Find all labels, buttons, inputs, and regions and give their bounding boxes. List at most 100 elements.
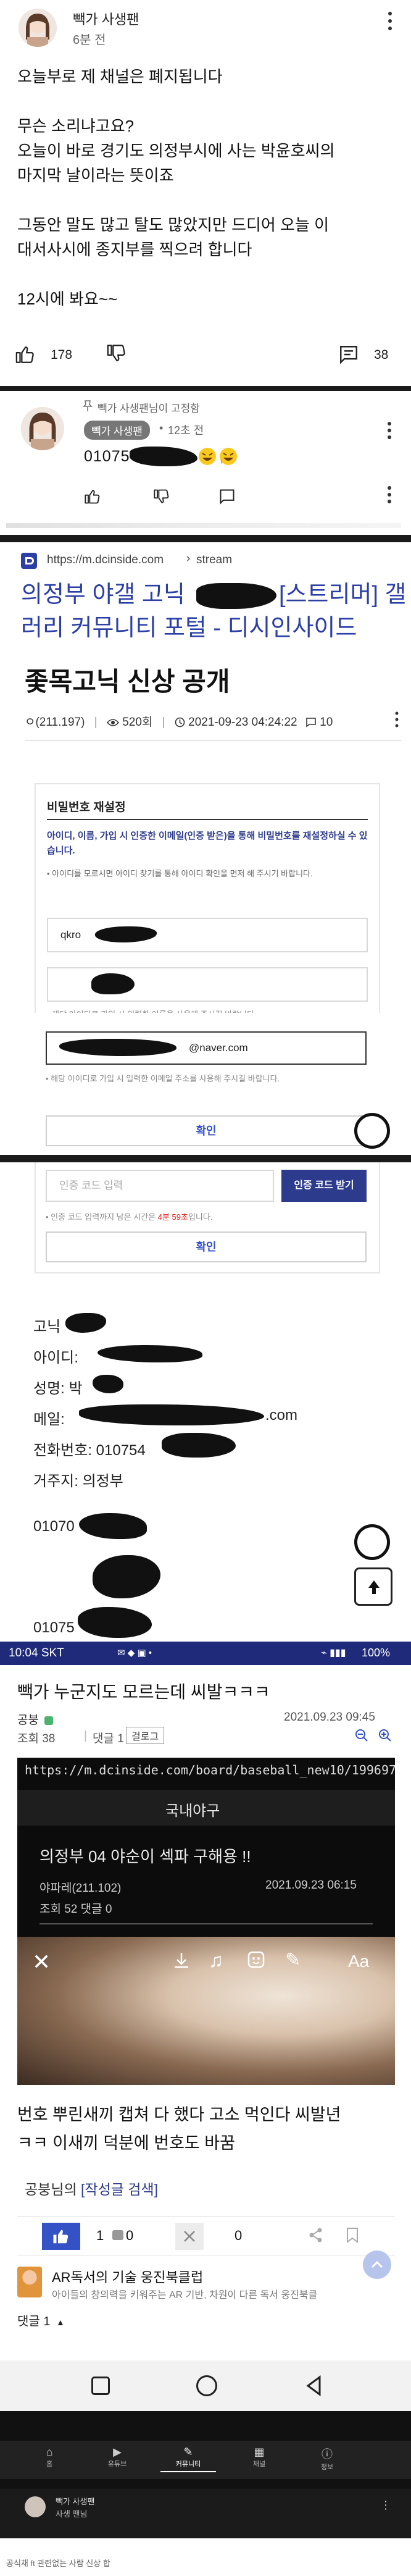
more-options-icon[interactable] <box>384 9 396 33</box>
record-indicator-icon[interactable] <box>354 1524 390 1560</box>
record-indicator-icon[interactable] <box>354 1113 390 1149</box>
sig-name: 공붕님의 <box>25 2181 77 2197</box>
reply-more-icon[interactable] <box>384 484 395 506</box>
tab-active-indicator <box>160 2471 216 2472</box>
redaction-mark <box>93 1375 123 1393</box>
tab-channel-icon: ▦ <box>254 2446 265 2458</box>
reply-icon[interactable] <box>218 488 237 506</box>
get-code-button[interactable]: 인증 코드 받기 <box>281 1170 367 1202</box>
post-line <box>17 262 400 287</box>
bookmark-icon[interactable] <box>346 2226 360 2245</box>
ad-collapse-icon[interactable] <box>363 2251 391 2279</box>
tab-home[interactable]: ⌂ 홈 <box>25 2446 74 2469</box>
ad-banner[interactable]: AR독서의 기술 웅진북클럽 아이들의 창의력을 키워주는 AR 기반, 차원이… <box>17 2251 395 2304</box>
email-hint: • 해당 아이디로 가입 시 입력한 이메일 주소를 사용해 주시길 바랍니다. <box>46 1072 280 1084</box>
comment-dislike-icon[interactable] <box>153 488 172 506</box>
tab-community-label: 커뮤니티 <box>175 2461 201 2468</box>
comment-like-icon[interactable] <box>84 488 102 506</box>
recent-apps-icon[interactable] <box>91 2377 110 2395</box>
upvote-small-count: 0 <box>126 2228 134 2243</box>
confirm-button-2[interactable]: 확인 <box>46 1231 367 1262</box>
author-name-2[interactable]: 공붕 <box>17 1714 39 1727</box>
status-icons: ✉ ◆ ▣ • <box>117 1648 152 1658</box>
post-time: 6분 전 <box>73 33 106 47</box>
author-badge[interactable]: 빽가 사생팬 <box>84 421 150 440</box>
post-more-icon[interactable] <box>392 710 401 729</box>
tab-info[interactable]: ⓘ 정보 <box>302 2446 352 2472</box>
ad-image <box>17 2267 42 2297</box>
community-post: 빽가 사생팬 6분 전 오늘부로 제 채널은 폐지됩니다 무슨 소리냐고요? 오… <box>0 0 411 386</box>
commenter-avatar[interactable] <box>21 407 64 450</box>
comment-count-bar[interactable]: 댓글 1 ▲ <box>17 2311 65 2329</box>
author-avatar[interactable] <box>19 9 57 47</box>
ad-title: AR독서의 기술 웅진북클럽 <box>52 2270 204 2285</box>
browser-link-card: https://m.dcinside.com › stream 의정부 야갤 고… <box>0 542 411 660</box>
mini-more-icon[interactable]: ⋮ <box>380 2499 391 2512</box>
comment-text: 01075 <box>84 448 130 465</box>
body-line-2: ㅋㅋ 이새끼 덕분에 번호도 바꿈 <box>17 2134 235 2152</box>
divider: | <box>94 716 98 729</box>
residence-line: 거주지: 의정부 <box>33 1473 123 1490</box>
mini-author: 빽가 사생팬 <box>56 2497 95 2506</box>
battery-level: 100% <box>362 1647 391 1659</box>
section-divider <box>0 2479 411 2489</box>
comments-button[interactable]: 38 <box>338 342 400 369</box>
upvote-button[interactable] <box>42 2223 80 2250</box>
tab-youtube[interactable]: ▶ 유튜브 <box>93 2446 142 2469</box>
post-author[interactable]: 빽가 사생팬 <box>73 9 139 28</box>
nick-line: 고닉 <box>33 1319 61 1335</box>
tab-channel[interactable]: ▦ 채널 <box>235 2446 284 2469</box>
comment-more-icon[interactable] <box>384 419 395 442</box>
downvote-count: 0 <box>235 2228 243 2243</box>
downvote-icon <box>184 2231 195 2242</box>
meta-comments: 10 <box>320 716 333 729</box>
tab-channel-label: 채널 <box>252 2461 266 2468</box>
number-line-2: 01075 <box>33 1619 75 1636</box>
confirm-button[interactable]: 확인 <box>46 1115 367 1146</box>
id-value: qkro <box>60 929 81 941</box>
inner-divider <box>39 1923 373 1924</box>
code-input[interactable]: 인증 코드 입력 <box>46 1170 274 1202</box>
upvote-icon <box>53 2230 68 2244</box>
draw-icon[interactable]: ✎ <box>285 1949 301 1971</box>
inner-title: 의정부 04 야순이 섹파 구해용 !! <box>39 1847 251 1866</box>
scroll-top-button[interactable] <box>354 1567 392 1606</box>
result-title-part2[interactable]: [스트리머] 갤 <box>279 578 406 611</box>
status-bar: 10:04 SKT ✉ ◆ ▣ • ⌁ ▮▮▮ 100% <box>0 1642 411 1665</box>
tab-info-label: 정보 <box>320 2464 334 2471</box>
dislike-button[interactable] <box>106 343 131 367</box>
music-icon[interactable]: ♫ <box>209 1949 223 1972</box>
clock-icon <box>175 718 185 728</box>
comment-time-dot: • <box>159 422 164 434</box>
close-icon[interactable]: ✕ <box>32 1949 51 1975</box>
tab-youtube-icon: ▶ <box>113 2446 122 2458</box>
sig-search-link[interactable]: [작성글 검색] <box>81 2181 158 2197</box>
downvote-button[interactable] <box>175 2223 204 2250</box>
redaction-mark <box>79 1404 264 1425</box>
section-divider <box>0 386 411 391</box>
phone-screenshot: 10:04 SKT ✉ ◆ ▣ • ⌁ ▮▮▮ 100% 빽가 누군지도 모르는… <box>0 1638 411 2360</box>
share-icon[interactable] <box>307 2226 326 2245</box>
download-icon[interactable] <box>172 1950 193 1971</box>
sticker-icon[interactable] <box>247 1950 267 1970</box>
result-title-line2[interactable]: 러리 커뮤니티 포털 - 디시인사이드 <box>21 611 357 645</box>
back-icon[interactable] <box>305 2375 323 2396</box>
views-2: 조회 38 <box>17 1732 56 1745</box>
report-button[interactable]: 걸로그 <box>126 1727 165 1744</box>
zoom-in-icon[interactable] <box>378 1728 394 1744</box>
divider: | <box>162 716 165 729</box>
home-icon[interactable] <box>196 2375 217 2396</box>
text-tool[interactable]: Aa <box>348 1952 369 1971</box>
post-body: 오늘부로 제 채널은 폐지됩니다 무슨 소리냐고요? 오늘이 바로 경기도 의정… <box>17 64 400 311</box>
number-line-1: 01070 <box>33 1518 75 1535</box>
like-button[interactable]: 178 <box>15 342 83 369</box>
page-url[interactable]: https://m.dcinside.com <box>47 553 164 567</box>
upvote-fixed-icon <box>112 2230 123 2240</box>
phone-line: 전화번호: 010754 <box>33 1442 146 1459</box>
form-desc: 아이디, 이름, 가입 시 인증한 이메일(인증 받은)을 통해 비밀번호를 재… <box>47 831 368 856</box>
inner-gallery-bar: 국내야구 <box>17 1790 395 1826</box>
result-title-part1[interactable]: 의정부 야갤 고닉 <box>21 578 185 611</box>
zoom-out-icon[interactable] <box>354 1728 370 1744</box>
tab-info-icon: ⓘ <box>322 2448 333 2461</box>
tab-community[interactable]: ✎ 커뮤니티 <box>160 2446 216 2472</box>
